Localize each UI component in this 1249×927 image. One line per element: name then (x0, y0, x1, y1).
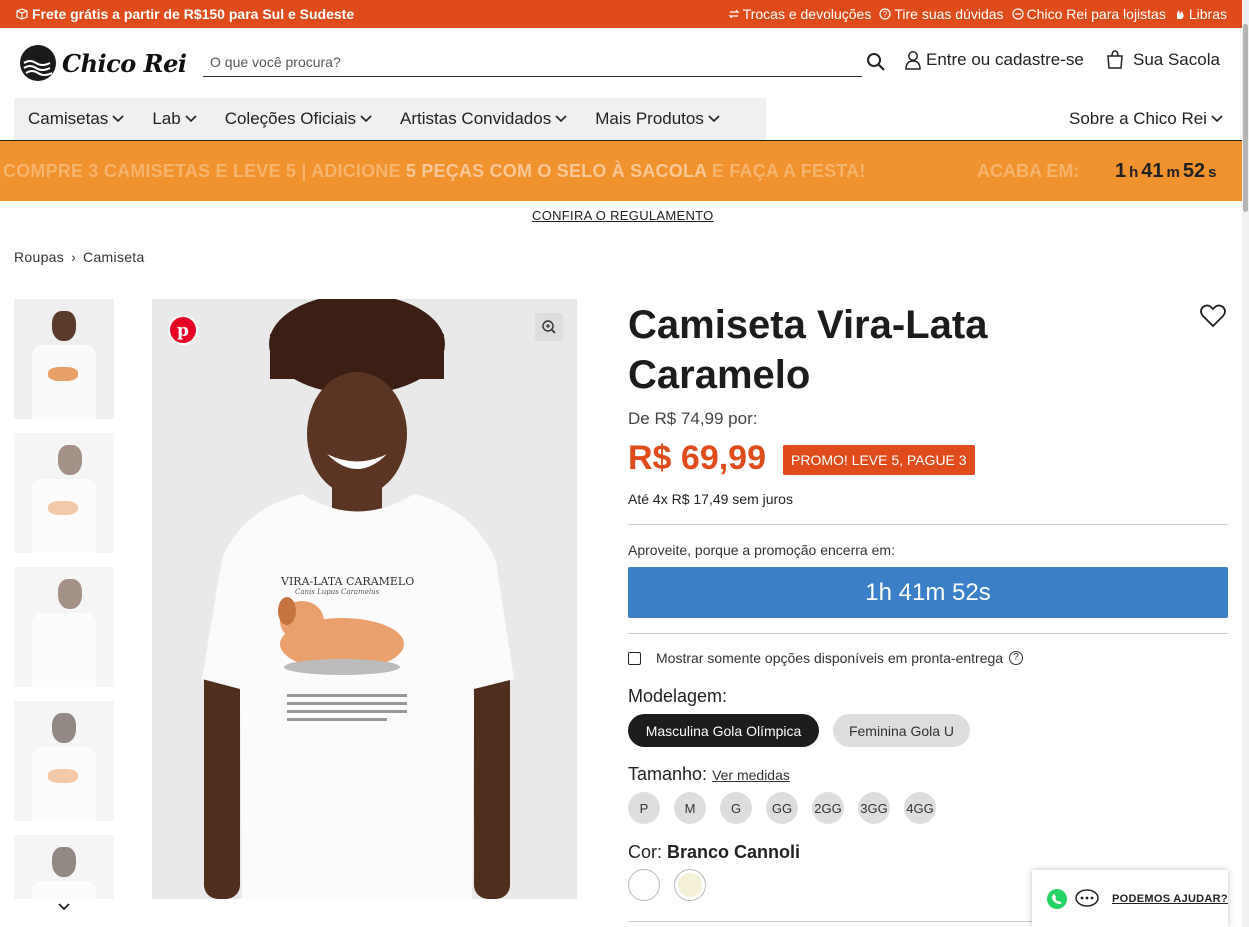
stock-filter-label[interactable]: Mostrar somente opções disponíveis em pr… (656, 650, 1024, 666)
search-icon[interactable] (866, 52, 886, 72)
whatsapp-icon (1047, 888, 1067, 909)
promo-banner[interactable]: COMPRE 3 CAMISETAS E LEVE 5 | ADICIONE 5… (0, 141, 1249, 201)
returns-link[interactable]: Trocas e devoluções (728, 6, 871, 22)
shopping-bag-icon (1107, 50, 1123, 69)
breadcrumb-item-camiseta[interactable]: Camiseta (83, 249, 145, 265)
zoom-icon[interactable] (535, 313, 563, 341)
pinterest-icon[interactable]: p (168, 315, 198, 345)
old-price: De R$ 74,99 por: (628, 409, 758, 428)
main-nav: Camisetas Lab Coleções Oficiais Artistas… (14, 98, 766, 140)
chevron-down-icon (112, 115, 124, 123)
selected-color-name: Branco Cannoli (667, 842, 801, 862)
product-title: Camiseta Vira-Lata Caramelo (628, 303, 988, 397)
logo[interactable]: Chico Rei (20, 45, 187, 81)
box-icon (16, 8, 28, 20)
svg-text:?: ? (883, 10, 888, 19)
wishlist-heart-icon[interactable] (1199, 302, 1227, 330)
product-thumbnail[interactable] (14, 567, 114, 687)
promo-countdown: 1h 41 m 52 s (1115, 160, 1217, 182)
color-label: Cor: Branco Cannoli (628, 842, 801, 862)
nav-item-artistas[interactable]: Artistas Convidados (386, 109, 581, 129)
chevron-down-icon (185, 115, 197, 123)
question-icon: ? (879, 8, 891, 20)
size-option-2gg[interactable]: 2GG (812, 792, 844, 824)
product-photo (152, 299, 577, 899)
divider (628, 524, 1228, 525)
promo-ends-note: Aproveite, porque a promoção encerra em: (628, 542, 895, 558)
shipping-text: Frete grátis a partir de R$150 para Sul … (32, 6, 355, 22)
waves-icon (23, 60, 53, 76)
store-icon (1011, 8, 1024, 20)
bag-link[interactable]: Sua Sacola (1106, 50, 1220, 70)
libras-link[interactable]: Libras (1174, 6, 1227, 22)
size-option-4gg[interactable]: 4GG (904, 792, 936, 824)
help-icon[interactable]: ? (1009, 651, 1024, 665)
product-thumbnail[interactable] (14, 299, 114, 419)
user-icon (905, 51, 921, 70)
chat-bubble-icon (1075, 888, 1099, 907)
logo-mark (20, 45, 56, 81)
stock-filter-checkbox[interactable] (628, 652, 641, 665)
shirt-print-subtitle: Canis Lupus Caramelus (295, 588, 380, 596)
chevron-right-icon: › (71, 249, 77, 265)
chevron-down-icon (360, 115, 372, 123)
page-scrollbar[interactable] (1242, 0, 1249, 927)
divider (628, 633, 1228, 634)
product-thumbnail[interactable] (14, 835, 114, 899)
sign-language-icon (1176, 10, 1184, 19)
nav-item-camisetas[interactable]: Camisetas (14, 109, 138, 129)
nav-item-colecoes[interactable]: Coleções Oficiais (211, 109, 386, 129)
installments-text: Até 4x R$ 17,49 sem juros (628, 491, 793, 507)
size-option-gg[interactable]: GG (766, 792, 798, 824)
size-option-p[interactable]: P (628, 792, 660, 824)
chevron-down-icon (555, 115, 567, 123)
size-option-g[interactable]: G (720, 792, 752, 824)
product-countdown-timer: 1h 41m 52s (628, 567, 1228, 618)
current-price: R$ 69,99 (628, 439, 766, 477)
color-swatch-white[interactable] (628, 869, 660, 901)
nav-item-mais-produtos[interactable]: Mais Produtos (581, 109, 734, 129)
chat-help-label: PODEMOS AJUDAR? (1112, 892, 1228, 905)
promo-ends-label: ACABA EM: (977, 161, 1080, 181)
product-main-image[interactable]: VIRA-LATA CARAMELO Canis Lupus Caramelus (152, 299, 577, 899)
chevron-down-icon (708, 115, 720, 123)
search-input[interactable]: O que você procura? (203, 50, 862, 77)
nav-item-sobre[interactable]: Sobre a Chico Rei (1069, 109, 1223, 129)
exchange-icon (728, 9, 740, 19)
modelagem-label: Modelagem: (628, 686, 728, 706)
site-header: Chico Rei O que você procura? Entre ou c… (0, 28, 1249, 98)
login-link[interactable]: Entre ou cadastre-se (904, 50, 1084, 70)
model-option-feminina[interactable]: Feminina Gola U (833, 714, 970, 747)
rules-link[interactable]: CONFIRA O REGULAMENTO (532, 208, 714, 223)
wholesale-link[interactable]: Chico Rei para lojistas (1011, 6, 1166, 22)
chevron-down-icon[interactable] (58, 902, 70, 912)
top-announcement-bar: Frete grátis a partir de R$150 para Sul … (0, 0, 1249, 28)
promo-badge: PROMO! LEVE 5, PAGUE 3 (783, 445, 975, 475)
svg-text:p: p (177, 321, 189, 341)
chevron-down-icon (1211, 115, 1223, 123)
size-chart-link[interactable]: Ver medidas (712, 767, 790, 783)
size-option-m[interactable]: M (674, 792, 706, 824)
logo-text: Chico Rei (62, 48, 187, 78)
model-option-masculina[interactable]: Masculina Gola Olímpica (628, 714, 819, 747)
size-option-3gg[interactable]: 3GG (858, 792, 890, 824)
breadcrumb: Roupas › Camiseta (14, 249, 145, 265)
shirt-print-title: VIRA-LATA CARAMELO (281, 575, 415, 588)
faq-link[interactable]: ? Tire suas dúvidas (879, 6, 1004, 22)
color-swatch-cannoli[interactable] (674, 869, 706, 901)
chat-help-widget[interactable]: PODEMOS AJUDAR? (1032, 870, 1228, 927)
breadcrumb-item-roupas[interactable]: Roupas (14, 249, 64, 265)
product-thumbnail[interactable] (14, 701, 114, 821)
tamanho-label: Tamanho: Ver medidas (628, 764, 790, 784)
shipping-notice: Frete grátis a partir de R$150 para Sul … (16, 6, 354, 22)
promo-text: COMPRE 3 CAMISETAS E LEVE 5 | ADICIONE 5… (3, 161, 866, 181)
nav-item-lab[interactable]: Lab (138, 109, 210, 129)
product-thumbnail[interactable] (14, 433, 114, 553)
